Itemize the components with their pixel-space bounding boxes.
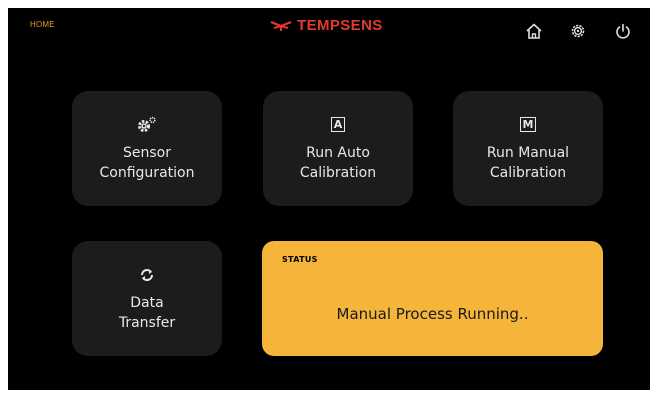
settings-icon[interactable] xyxy=(566,19,590,43)
tempsens-logo-icon xyxy=(270,20,292,31)
home-icon[interactable] xyxy=(522,19,546,43)
manual-calibration-icon: M xyxy=(519,115,537,135)
power-icon[interactable] xyxy=(611,19,635,43)
status-message: Manual Process Running.. xyxy=(336,305,529,323)
tile-label-line2: Calibration xyxy=(489,164,567,181)
tile-label-line2: Configuration xyxy=(99,164,195,181)
auto-icon-letter: A xyxy=(330,117,346,132)
sensor-configuration-button[interactable]: Sensor Configuration xyxy=(72,91,222,206)
auto-calibration-icon: A xyxy=(330,115,346,135)
tile-label-line2: Transfer xyxy=(118,314,176,331)
run-auto-calibration-button[interactable]: A Run Auto Calibration xyxy=(263,91,413,206)
screen: HOME TEMPSENS Sensor Configuration A Run… xyxy=(8,8,650,390)
tile-label-line1: Run Auto xyxy=(306,144,370,161)
data-transfer-button[interactable]: Data Transfer xyxy=(72,241,222,356)
manual-icon-letter: M xyxy=(519,117,537,132)
status-panel: STATUS Manual Process Running.. xyxy=(262,241,603,356)
tile-label-line1: Sensor xyxy=(123,144,171,161)
sync-icon xyxy=(139,265,155,285)
gear-icon xyxy=(136,115,158,135)
status-label: STATUS xyxy=(282,255,318,264)
tile-label-line1: Run Manual xyxy=(486,144,570,161)
tile-label-line2: Calibration xyxy=(299,164,377,181)
brand-logo: TEMPSENS xyxy=(270,17,383,34)
brand-name: TEMPSENS xyxy=(297,17,383,34)
tile-label-line1: Data xyxy=(130,294,164,311)
screen-title: HOME xyxy=(30,20,55,29)
run-manual-calibration-button[interactable]: M Run Manual Calibration xyxy=(453,91,603,206)
